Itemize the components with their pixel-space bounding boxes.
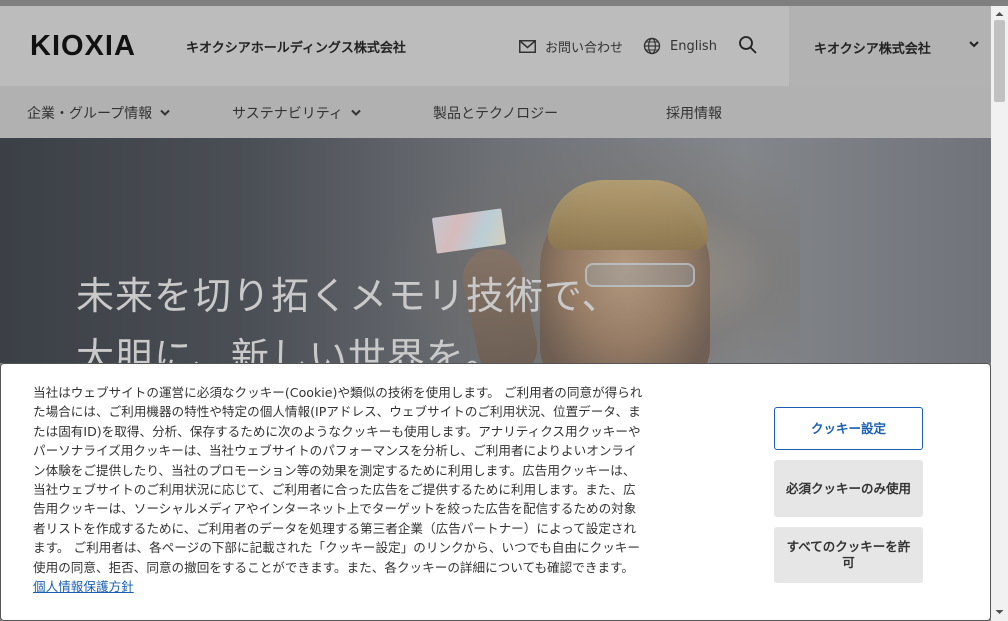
privacy-policy-link[interactable]: 個人情報保護方針 [33, 579, 134, 594]
cookie-settings-label: クッキー設定 [810, 420, 886, 436]
contact-link[interactable]: お問い合わせ [519, 37, 623, 56]
hero-headline-line2: 大胆に、新しい世界を。 [76, 335, 504, 363]
contact-label: お問い合わせ [545, 41, 624, 56]
globe-icon [643, 37, 661, 55]
chevron-down-icon [351, 109, 361, 116]
cookie-consent-banner: 当社はウェブサイトの運営に必須なクッキー(Cookie)や類似の技術を使用します… [0, 363, 991, 621]
holdings-name[interactable]: キオクシアホールディングス株式会社 [186, 37, 406, 56]
required-cookies-label: 必須クッキーのみ使用 [785, 480, 911, 496]
chevron-down-icon [160, 109, 170, 116]
nav-item-products[interactable]: 製品とテクノロジー [433, 103, 558, 123]
company-selector[interactable]: キオクシア株式会社 [789, 6, 991, 86]
nav-item-label: 採用情報 [666, 106, 722, 122]
search-button[interactable] [738, 35, 758, 55]
required-cookies-only-button[interactable]: 必須クッキーのみ使用 [774, 460, 923, 517]
cookie-text: 当社はウェブサイトの運営に必須なクッキー(Cookie)や類似の技術を使用します… [33, 385, 643, 575]
nav-item-careers[interactable]: 採用情報 [666, 103, 722, 123]
main-nav: 企業・グループ情報 サステナビリティ 製品とテクノロジー 採用情報 [0, 86, 991, 138]
accept-all-cookies-button[interactable]: すべてのクッキーを許可 [774, 527, 923, 583]
nav-item-label: サステナビリティ [232, 106, 343, 122]
scroll-down-icon[interactable] [991, 606, 1008, 618]
mail-icon [519, 40, 536, 53]
chevron-down-icon [969, 41, 979, 48]
cookie-description: 当社はウェブサイトの運営に必須なクッキー(Cookie)や類似の技術を使用します… [33, 383, 647, 596]
nav-item-company[interactable]: 企業・グループ情報 [27, 103, 170, 123]
search-icon [739, 36, 757, 54]
nav-item-label: 製品とテクノロジー [433, 106, 559, 122]
scroll-up-icon[interactable] [991, 8, 1008, 20]
kioxia-logo[interactable]: KIOXIA [30, 31, 136, 61]
company-selector-label: キオクシア株式会社 [814, 42, 931, 57]
language-label: English [670, 38, 717, 54]
scrollbar-thumb[interactable] [994, 20, 1005, 102]
hero-headline-line1: 未来を切り拓くメモリ技術で、 [76, 274, 621, 318]
nav-item-sustainability[interactable]: サステナビリティ [232, 103, 361, 123]
page-scrollbar[interactable] [991, 6, 1008, 621]
nav-item-label: 企業・グループ情報 [27, 106, 153, 122]
hero-banner: 未来を切り拓くメモリ技術で、 大胆に、新しい世界を。 [0, 138, 991, 363]
cookie-settings-button[interactable]: クッキー設定 [774, 407, 923, 450]
language-link[interactable]: English [643, 37, 717, 55]
site-header: KIOXIA キオクシアホールディングス株式会社 お問い合わせ English … [0, 6, 991, 86]
hero-image-hair [548, 180, 708, 250]
accept-all-cookies-label: すべてのクッキーを許可 [786, 539, 911, 570]
